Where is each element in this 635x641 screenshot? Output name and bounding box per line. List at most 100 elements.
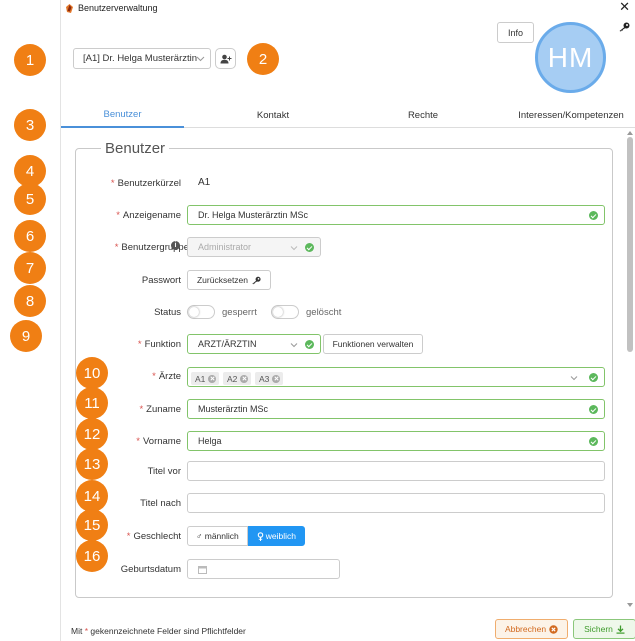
remove-chip-icon[interactable] [208,374,217,383]
tab-benutzer[interactable]: Benutzer [61,103,184,128]
annotation-badge-12: 12 [76,418,108,450]
scroll-thumb[interactable] [627,137,633,352]
chip-a1[interactable]: A1 [191,372,220,385]
add-user-button[interactable] [215,48,236,69]
annotation-badge-14: 14 [76,480,108,512]
info-icon[interactable]: i [171,241,180,250]
close-icon[interactable]: ✕ [619,0,630,14]
gruppe-value: Administrator [198,242,252,252]
add-user-icon [220,54,231,63]
remove-chip-icon[interactable] [240,374,249,383]
valid-check-icon [589,405,598,414]
remove-chip-icon[interactable] [272,374,281,383]
annotation-badge-3: 3 [14,109,46,141]
vorname-input[interactable]: Helga [187,431,605,451]
title-bar: Benutzerverwaltung ✕ [61,0,635,16]
info-button[interactable]: Info [497,22,534,43]
manage-functions-button[interactable]: Funktionen verwalten [323,334,423,354]
funktion-value: ARZT/ÄRZTIN [198,339,257,349]
tab-kontakt[interactable]: Kontakt [223,103,323,128]
annotation-badge-13: 13 [76,448,108,480]
titel-vor-input[interactable] [187,461,605,481]
app-icon [66,4,73,13]
male-button[interactable]: ♂ männlich [187,526,248,546]
user-management-window: Benutzerverwaltung ✕ [A1] Dr. Helga Must… [60,0,635,641]
reset-password-label: Zurücksetzen [196,275,249,285]
chip-a3[interactable]: A3 [255,372,284,385]
annotation-badge-9: 9 [10,320,42,352]
kuerzel-value: A1 [198,177,211,188]
label-gruppe: * Benutzergruppe [114,242,189,253]
required-fields-note: Mit * gekennzeichnete Felder sind Pflich… [71,626,246,636]
window-title: Benutzerverwaltung [78,3,158,13]
tab-rechte[interactable]: Rechte [373,103,473,128]
anzeigename-input[interactable]: Dr. Helga Musterärztin MSc [187,205,605,225]
cancel-button[interactable]: Abbrechen [495,619,568,639]
fieldset-legend: Benutzer [101,140,170,157]
label-titel-vor: Titel vor [147,466,181,477]
annotation-badge-11: 11 [76,387,108,419]
chevron-down-icon [290,343,298,348]
label-funktion: * Funktion [137,339,181,350]
save-button[interactable]: Sichern [573,619,635,639]
cancel-icon [549,624,558,634]
annotation-badge-15: 15 [76,509,108,541]
geburtsdatum-input[interactable] [187,559,340,579]
download-icon [616,625,625,634]
geloescht-toggle[interactable] [271,305,299,319]
key-icon[interactable] [618,22,630,32]
scroll-up-arrow-icon[interactable] [627,131,633,135]
zuname-value: Musterärztin MSc [198,404,269,414]
label-geschlecht: * Geschlecht [126,531,181,542]
cancel-label: Abbrechen [504,624,547,634]
valid-check-icon [305,243,314,252]
annotation-badge-8: 8 [14,285,46,317]
label-anzeigename: * Anzeigename [116,210,181,221]
gruppe-select: Administrator [187,237,321,257]
user-select[interactable]: [A1] Dr. Helga Musterärztin [73,48,211,69]
label-passwort: Passwort [141,275,181,286]
scroll-down-arrow-icon[interactable] [627,603,633,607]
save-label: Sichern [584,624,613,634]
fieldset-line [81,148,99,149]
annotation-badge-10: 10 [76,357,108,389]
chevron-down-icon [290,246,298,251]
zuname-input[interactable]: Musterärztin MSc [187,399,605,419]
reset-password-button[interactable]: Zurücksetzen [187,270,271,290]
vorname-value: Helga [198,436,222,446]
chevron-down-icon [196,56,205,62]
valid-check-icon [589,437,598,446]
key-icon [252,276,261,284]
female-button[interactable]: weiblich [247,526,306,546]
avatar: HM [535,22,606,93]
chip-a2[interactable]: A2 [223,372,252,385]
titel-nach-input[interactable] [187,493,605,513]
chevron-down-icon [570,376,578,381]
tab-bar: Benutzer Kontakt Rechte Interessen/Kompe… [61,103,635,128]
calendar-icon [198,565,207,574]
annotation-badge-2: 2 [247,43,279,75]
user-select-value: [A1] Dr. Helga Musterärztin [83,53,198,64]
label-aerzte: * Ärzte [152,371,181,382]
gender-toggle-group: ♂ männlich weiblich [187,526,306,546]
geloescht-label: gelöscht [306,307,342,318]
gesperrt-toggle[interactable] [187,305,215,319]
valid-check-icon [589,211,598,220]
female-icon [257,531,264,541]
funktion-select[interactable]: ARZT/ÄRZTIN [187,334,321,354]
annotation-badge-7: 7 [14,252,46,284]
label-status: Status [154,307,181,318]
female-label: weiblich [265,531,297,541]
annotation-badge-5: 5 [14,183,46,215]
label-kuerzel: * Benutzerkürzel [110,178,181,189]
label-vorname: * Vorname [136,436,181,447]
annotation-badge-16: 16 [76,540,108,572]
annotation-badge-6: 6 [14,220,46,252]
label-titel-nach: Titel nach [140,498,181,509]
label-zuname: * Zuname [139,404,181,415]
label-geburtsdatum: Geburtsdatum [120,564,181,575]
tab-interessen[interactable]: Interessen/Kompetenzen [506,103,635,128]
valid-check-icon [589,373,598,382]
anzeigename-value: Dr. Helga Musterärztin MSc [198,210,309,220]
annotation-badge-1: 1 [14,44,46,76]
